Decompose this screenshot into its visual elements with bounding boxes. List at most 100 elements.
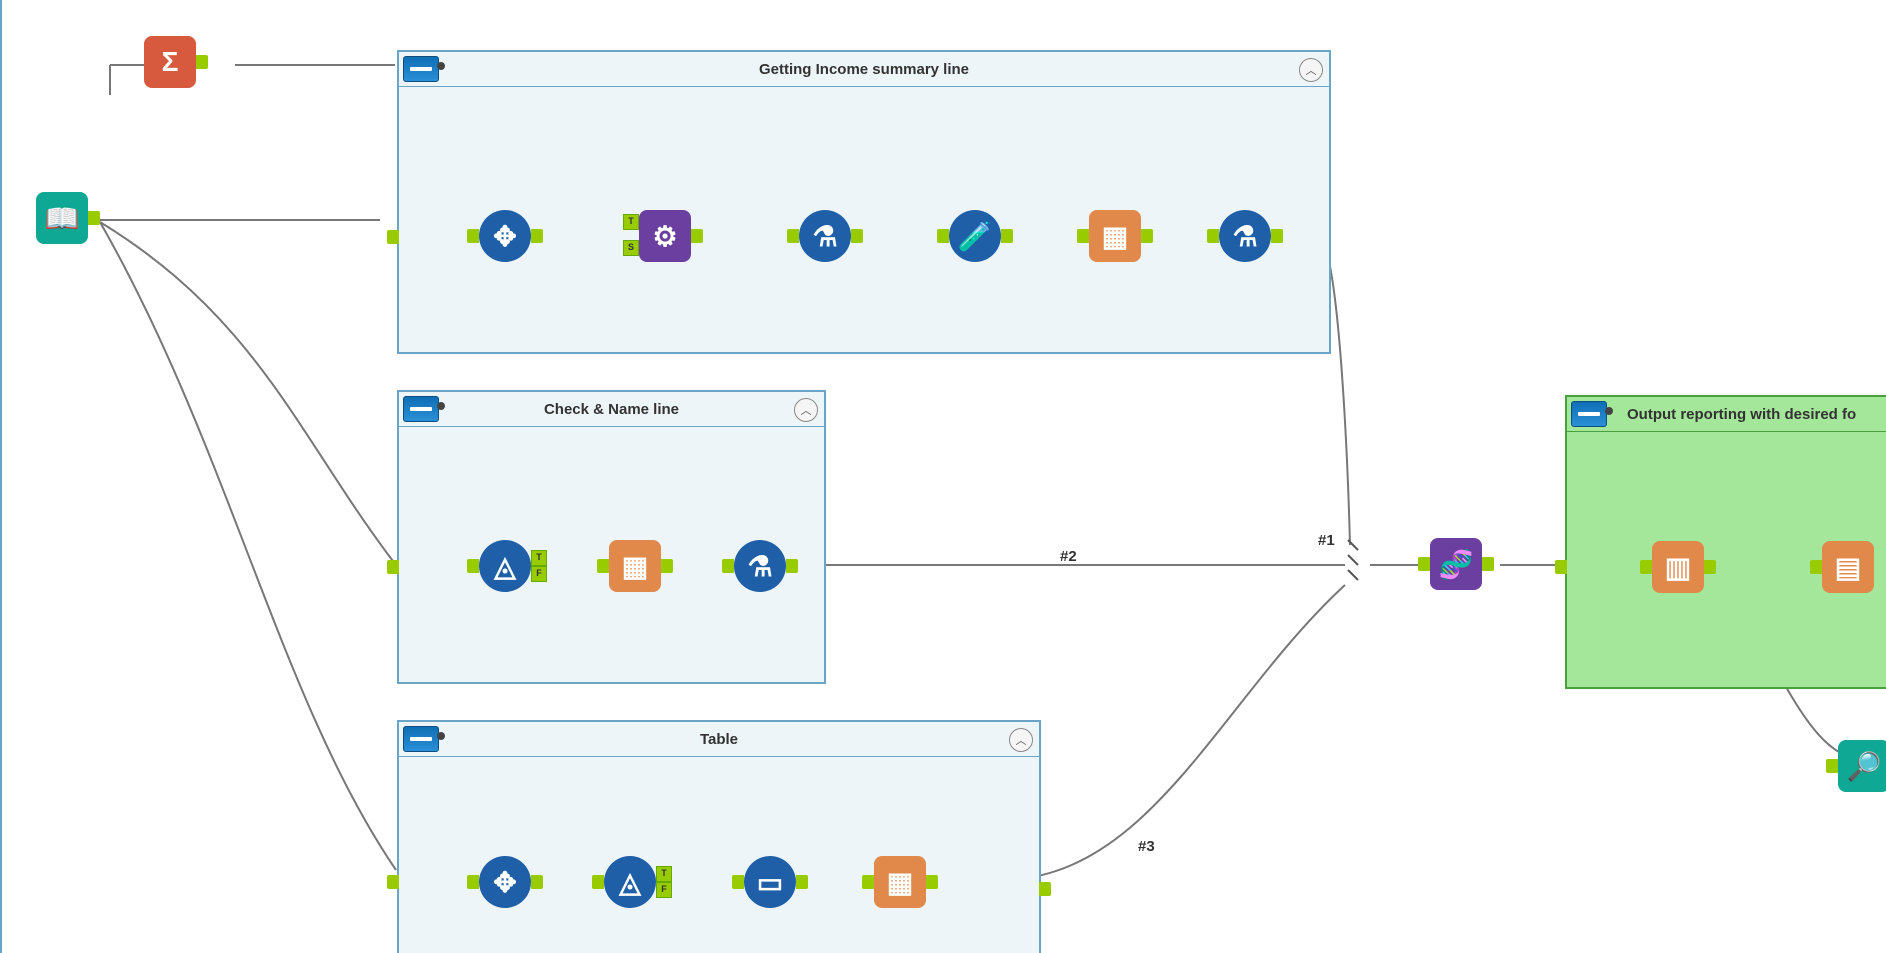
collapse-button[interactable]: ︿	[1009, 728, 1033, 752]
output-anchor[interactable]	[1141, 229, 1153, 243]
output-anchor[interactable]	[1482, 557, 1494, 571]
binoculars-icon: 🔎	[1847, 750, 1882, 783]
select-tool-icon[interactable]: ✥	[479, 210, 531, 262]
formula-tool-icon[interactable]: ⚗	[799, 210, 851, 262]
true-output-tag[interactable]: T	[531, 550, 547, 566]
input-anchor[interactable]	[1810, 560, 1822, 574]
output-anchor[interactable]	[1271, 229, 1283, 243]
left-ruler	[0, 0, 2, 953]
table-tool-icon[interactable]: ▦	[1089, 210, 1141, 262]
container-input-anchor[interactable]	[1555, 560, 1567, 574]
collapse-button[interactable]: ︿	[794, 398, 818, 422]
output-anchor[interactable]	[796, 875, 808, 889]
chevron-up-icon: ︿	[1306, 62, 1317, 78]
formula-tool-icon[interactable]: ⚗	[734, 540, 786, 592]
container-input-anchor[interactable]	[387, 230, 399, 244]
input-anchor[interactable]	[467, 229, 479, 243]
union-input-label-3: #3	[1138, 838, 1155, 855]
select-tool-icon[interactable]: ✥	[479, 856, 531, 908]
input-anchor[interactable]	[1640, 560, 1652, 574]
union-tool-icon[interactable]: 🧬	[1430, 538, 1482, 590]
container-title-text: Output reporting with desired fo	[1627, 406, 1856, 423]
sort-tool-icon[interactable]: ▭	[744, 856, 796, 908]
chevron-up-icon: ︿	[1016, 732, 1027, 748]
table-tool-icon[interactable]: ▦	[874, 856, 926, 908]
input-anchor[interactable]	[597, 559, 609, 573]
source-input-tag[interactable]: S	[623, 240, 639, 256]
sigma-icon: Σ	[162, 46, 179, 78]
layout-icon: ▥	[1665, 551, 1691, 584]
output-anchor[interactable]	[1704, 560, 1716, 574]
input-anchor[interactable]	[1826, 759, 1838, 773]
input-anchor[interactable]	[787, 229, 799, 243]
container-output-reporting[interactable]: Output reporting with desired fo ▥ ▤	[1565, 395, 1886, 689]
output-anchor[interactable]	[531, 875, 543, 889]
container-title-text: Check & Name line	[544, 401, 679, 418]
output-anchor[interactable]	[88, 211, 100, 225]
container-title: Table	[399, 722, 1039, 757]
flask-icon: ⚗	[812, 220, 837, 253]
summarize-tool-icon[interactable]: Σ	[144, 36, 196, 88]
input-anchor[interactable]	[862, 875, 874, 889]
output-anchor[interactable]	[661, 559, 673, 573]
dna-icon: 🧬	[1439, 548, 1474, 581]
container-title: Getting Income summary line	[399, 52, 1329, 87]
input-anchor[interactable]	[592, 875, 604, 889]
move-icon: ✥	[493, 866, 516, 899]
container-table[interactable]: Table ︿ ✥ ◬ T F ▭ ▦	[397, 720, 1041, 953]
input-anchor[interactable]	[1207, 229, 1219, 243]
collapse-button[interactable]: ︿	[1299, 58, 1323, 82]
output-anchor[interactable]	[851, 229, 863, 243]
input-anchor[interactable]	[1418, 557, 1430, 571]
top-input-tag[interactable]: T	[623, 214, 639, 230]
book-icon: 📖	[45, 202, 80, 235]
flask-icon: ⚗	[1232, 220, 1257, 253]
container-title: Check & Name line	[399, 392, 824, 427]
output-anchor[interactable]	[531, 229, 543, 243]
container-input-anchor[interactable]	[387, 560, 399, 574]
input-anchor[interactable]	[467, 875, 479, 889]
output-anchor[interactable]	[926, 875, 938, 889]
browse-tool-icon[interactable]: 🔎	[1838, 740, 1886, 792]
table-icon: ▦	[1102, 220, 1128, 253]
data-cleansing-tool-icon[interactable]: 🧪	[949, 210, 1001, 262]
container-title-text: Table	[700, 731, 738, 748]
output-anchor[interactable]	[786, 559, 798, 573]
container-output-anchor[interactable]	[1039, 882, 1051, 896]
container-title-text: Getting Income summary line	[759, 61, 969, 78]
flask-icon: ⚗	[747, 550, 772, 583]
formula-tool-2-icon[interactable]: ⚗	[1219, 210, 1271, 262]
output-anchor[interactable]	[1001, 229, 1013, 243]
input-anchor[interactable]	[722, 559, 734, 573]
table-tool-icon[interactable]: ▦	[609, 540, 661, 592]
false-output-tag[interactable]: F	[531, 566, 547, 582]
output-anchor[interactable]	[691, 229, 703, 243]
input-anchor[interactable]	[467, 559, 479, 573]
input-anchor[interactable]	[1077, 229, 1089, 243]
render-tool-icon[interactable]: ▤	[1822, 541, 1874, 593]
output-anchor[interactable]	[196, 55, 208, 69]
filter-icon: ◬	[494, 550, 516, 583]
union-input-label-2: #2	[1060, 548, 1077, 565]
container-check-name[interactable]: Check & Name line ︿ ◬ T F ▦ ⚗	[397, 390, 826, 684]
container-input-anchor[interactable]	[387, 875, 399, 889]
chevron-up-icon: ︿	[801, 402, 812, 418]
table-icon: ▦	[622, 550, 648, 583]
true-output-tag[interactable]: T	[656, 866, 672, 882]
join-tool-icon[interactable]: ⚙ T S	[639, 210, 691, 262]
move-icon: ✥	[493, 220, 516, 253]
layout-tool-icon[interactable]: ▥	[1652, 541, 1704, 593]
beaker-icon: 🧪	[958, 220, 993, 253]
false-output-tag[interactable]: F	[656, 882, 672, 898]
input-anchor[interactable]	[732, 875, 744, 889]
filter-tool-icon[interactable]: ◬ T F	[604, 856, 656, 908]
container-title: Output reporting with desired fo	[1567, 397, 1886, 432]
table-icon: ▦	[887, 866, 913, 899]
input-anchor[interactable]	[937, 229, 949, 243]
filter-tool-icon[interactable]: ◬ T F	[479, 540, 531, 592]
container-income-summary[interactable]: Getting Income summary line ︿ ✥ ⚙ T S ⚗ …	[397, 50, 1331, 354]
gears-icon: ⚙	[652, 220, 677, 253]
input-data-tool-icon[interactable]: 📖	[36, 192, 88, 244]
workflow-canvas[interactable]: Σ 📖 Getting Income summary line ︿ ✥ ⚙ T …	[0, 0, 1886, 953]
sort-icon: ▭	[757, 866, 783, 899]
